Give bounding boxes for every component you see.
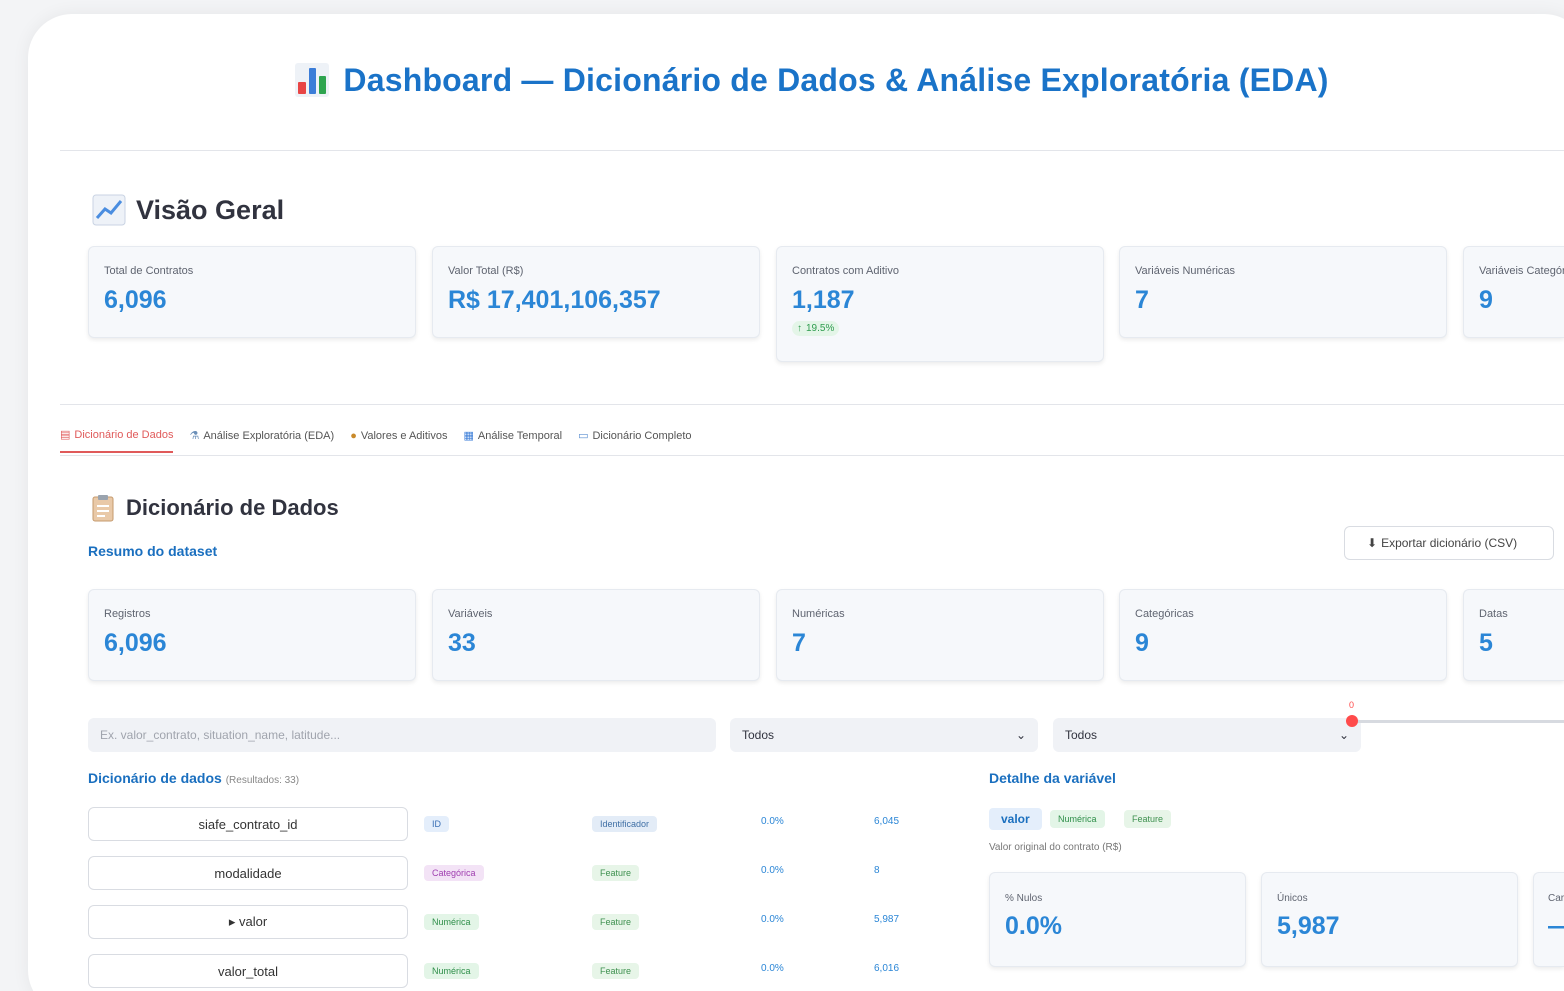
page-title: Dashboard — Dicionário de Dados & Anális… (343, 61, 1329, 98)
divider (60, 404, 1564, 405)
nulls-value: 0.0% (761, 914, 784, 925)
type-badge: Numérica (424, 963, 479, 979)
detail-heading: Detalhe da variável (989, 770, 1116, 786)
role-badge: Feature (592, 963, 640, 979)
title-row: Dashboard — Dicionário de Dados & Anális… (0, 56, 1564, 104)
variable-name-badge: valor (989, 808, 1042, 830)
unique-value: 5,987 (874, 914, 900, 925)
table-row: modalidade Categórica Feature 0.0% 8 (88, 856, 988, 890)
type-badge: ID (424, 816, 449, 832)
chart-increasing-icon (92, 194, 126, 226)
summary-numericas: Numéricas 7 (776, 589, 1104, 681)
detail-card-unique: Únicos 5,987 (1261, 872, 1518, 967)
type-badge: Numérica (424, 914, 479, 930)
tab-analise-temporal[interactable]: ▦ Análise Temporal (463, 428, 562, 453)
variable-button[interactable]: modalidade (88, 856, 408, 890)
variable-button[interactable]: valor_total (88, 954, 408, 988)
chevron-down-icon: ⌄ (1015, 728, 1026, 742)
summary-registros: Registros 6,096 (88, 589, 416, 681)
table-heading: Dicionário de dados (Resultados: 33) (88, 770, 300, 786)
tab-dicionario-de-dados[interactable]: ▤ Dicionário de Dados (60, 428, 174, 453)
clipboard-icon (92, 495, 114, 522)
metric-variaveis-numericas: Variáveis Numéricas 7 (1119, 246, 1447, 338)
divider (60, 150, 1564, 151)
table-row: ▸ valor Numérica Feature 0.0% 5,987 (88, 905, 988, 939)
nulls-value: 0.0% (761, 816, 784, 827)
slider-value: 0 (1349, 700, 1355, 710)
unique-value: 6,045 (874, 816, 900, 827)
unique-value: 8 (874, 865, 880, 876)
flask-icon: ⚗ (189, 430, 200, 442)
bar-chart-icon (295, 63, 330, 97)
metric-contratos-aditivo: Contratos com Aditivo 1,187 ↑ 19.5% (776, 246, 1104, 362)
book-icon: ▭ (578, 430, 589, 442)
role-badge: Feature (592, 914, 640, 930)
delta-badge: ↑ 19.5% (792, 321, 840, 336)
slider-handle[interactable] (1346, 715, 1358, 727)
variable-button[interactable]: ▸ valor (88, 905, 408, 939)
arrow-up-icon: ↑ (797, 323, 802, 334)
table-row: siafe_contrato_id ID Identificador 0.0% … (88, 807, 988, 841)
clipboard-icon: ▤ (60, 429, 71, 441)
nulls-value: 0.0% (761, 865, 784, 876)
null-threshold-slider[interactable] (1352, 720, 1564, 723)
type-badge: Numérica (1050, 810, 1105, 828)
tab-underline (60, 455, 1564, 456)
table-row: valor_total Numérica Feature 0.0% 6,016 (88, 954, 988, 988)
variable-button[interactable]: siafe_contrato_id (88, 807, 408, 841)
role-badge: Feature (592, 865, 640, 881)
tab-dicionario-completo[interactable]: ▭ Dicionário Completo (578, 428, 691, 453)
summary-heading: Resumo do dataset (88, 543, 218, 559)
summary-categoricas: Categóricas 9 (1119, 589, 1447, 681)
detail-card-cardinality: Cardinalidade — (1533, 872, 1564, 967)
type-badge: Categórica (424, 865, 484, 881)
tab-analise-exploratoria[interactable]: ⚗ Análise Exploratória (EDA) (189, 428, 334, 453)
money-bag-icon: ● (350, 429, 357, 442)
metric-valor-total: Valor Total (R$) R$ 17,401,106,357 (432, 246, 760, 338)
role-filter-select[interactable]: Todos ⌄ (1053, 718, 1361, 752)
chevron-down-icon: ⌄ (1338, 728, 1349, 742)
summary-variaveis: Variáveis 33 (432, 589, 760, 681)
export-csv-button[interactable]: ⬇ Exportar dicionário (CSV) (1344, 526, 1554, 560)
role-badge: Identificador (592, 816, 658, 832)
tab-bar: ▤ Dicionário de Dados ⚗ Análise Explorat… (60, 428, 692, 453)
variable-description: Valor original do contrato (R$) (989, 842, 1122, 853)
calendar-icon: ▦ (463, 430, 474, 442)
summary-datas: Datas 5 (1463, 589, 1564, 681)
metric-total-contratos: Total de Contratos 6,096 (88, 246, 416, 338)
nulls-value: 0.0% (761, 963, 784, 974)
detail-card-nulls: % Nulos 0.0% (989, 872, 1246, 967)
tab-valores-aditivos[interactable]: ● Valores e Aditivos (350, 428, 447, 453)
overview-heading: Visão Geral (92, 194, 284, 226)
search-input[interactable]: Ex. valor_contrato, situation_name, lati… (88, 718, 716, 752)
dictionary-heading: Dicionário de Dados (92, 494, 339, 522)
type-filter-select[interactable]: Todos ⌄ (730, 718, 1038, 752)
download-icon: ⬇ (1367, 536, 1378, 550)
role-badge: Feature (1124, 810, 1172, 828)
unique-value: 6,016 (874, 963, 900, 974)
metric-variaveis-categoricas: Variáveis Categóricas 9 (1463, 246, 1564, 338)
